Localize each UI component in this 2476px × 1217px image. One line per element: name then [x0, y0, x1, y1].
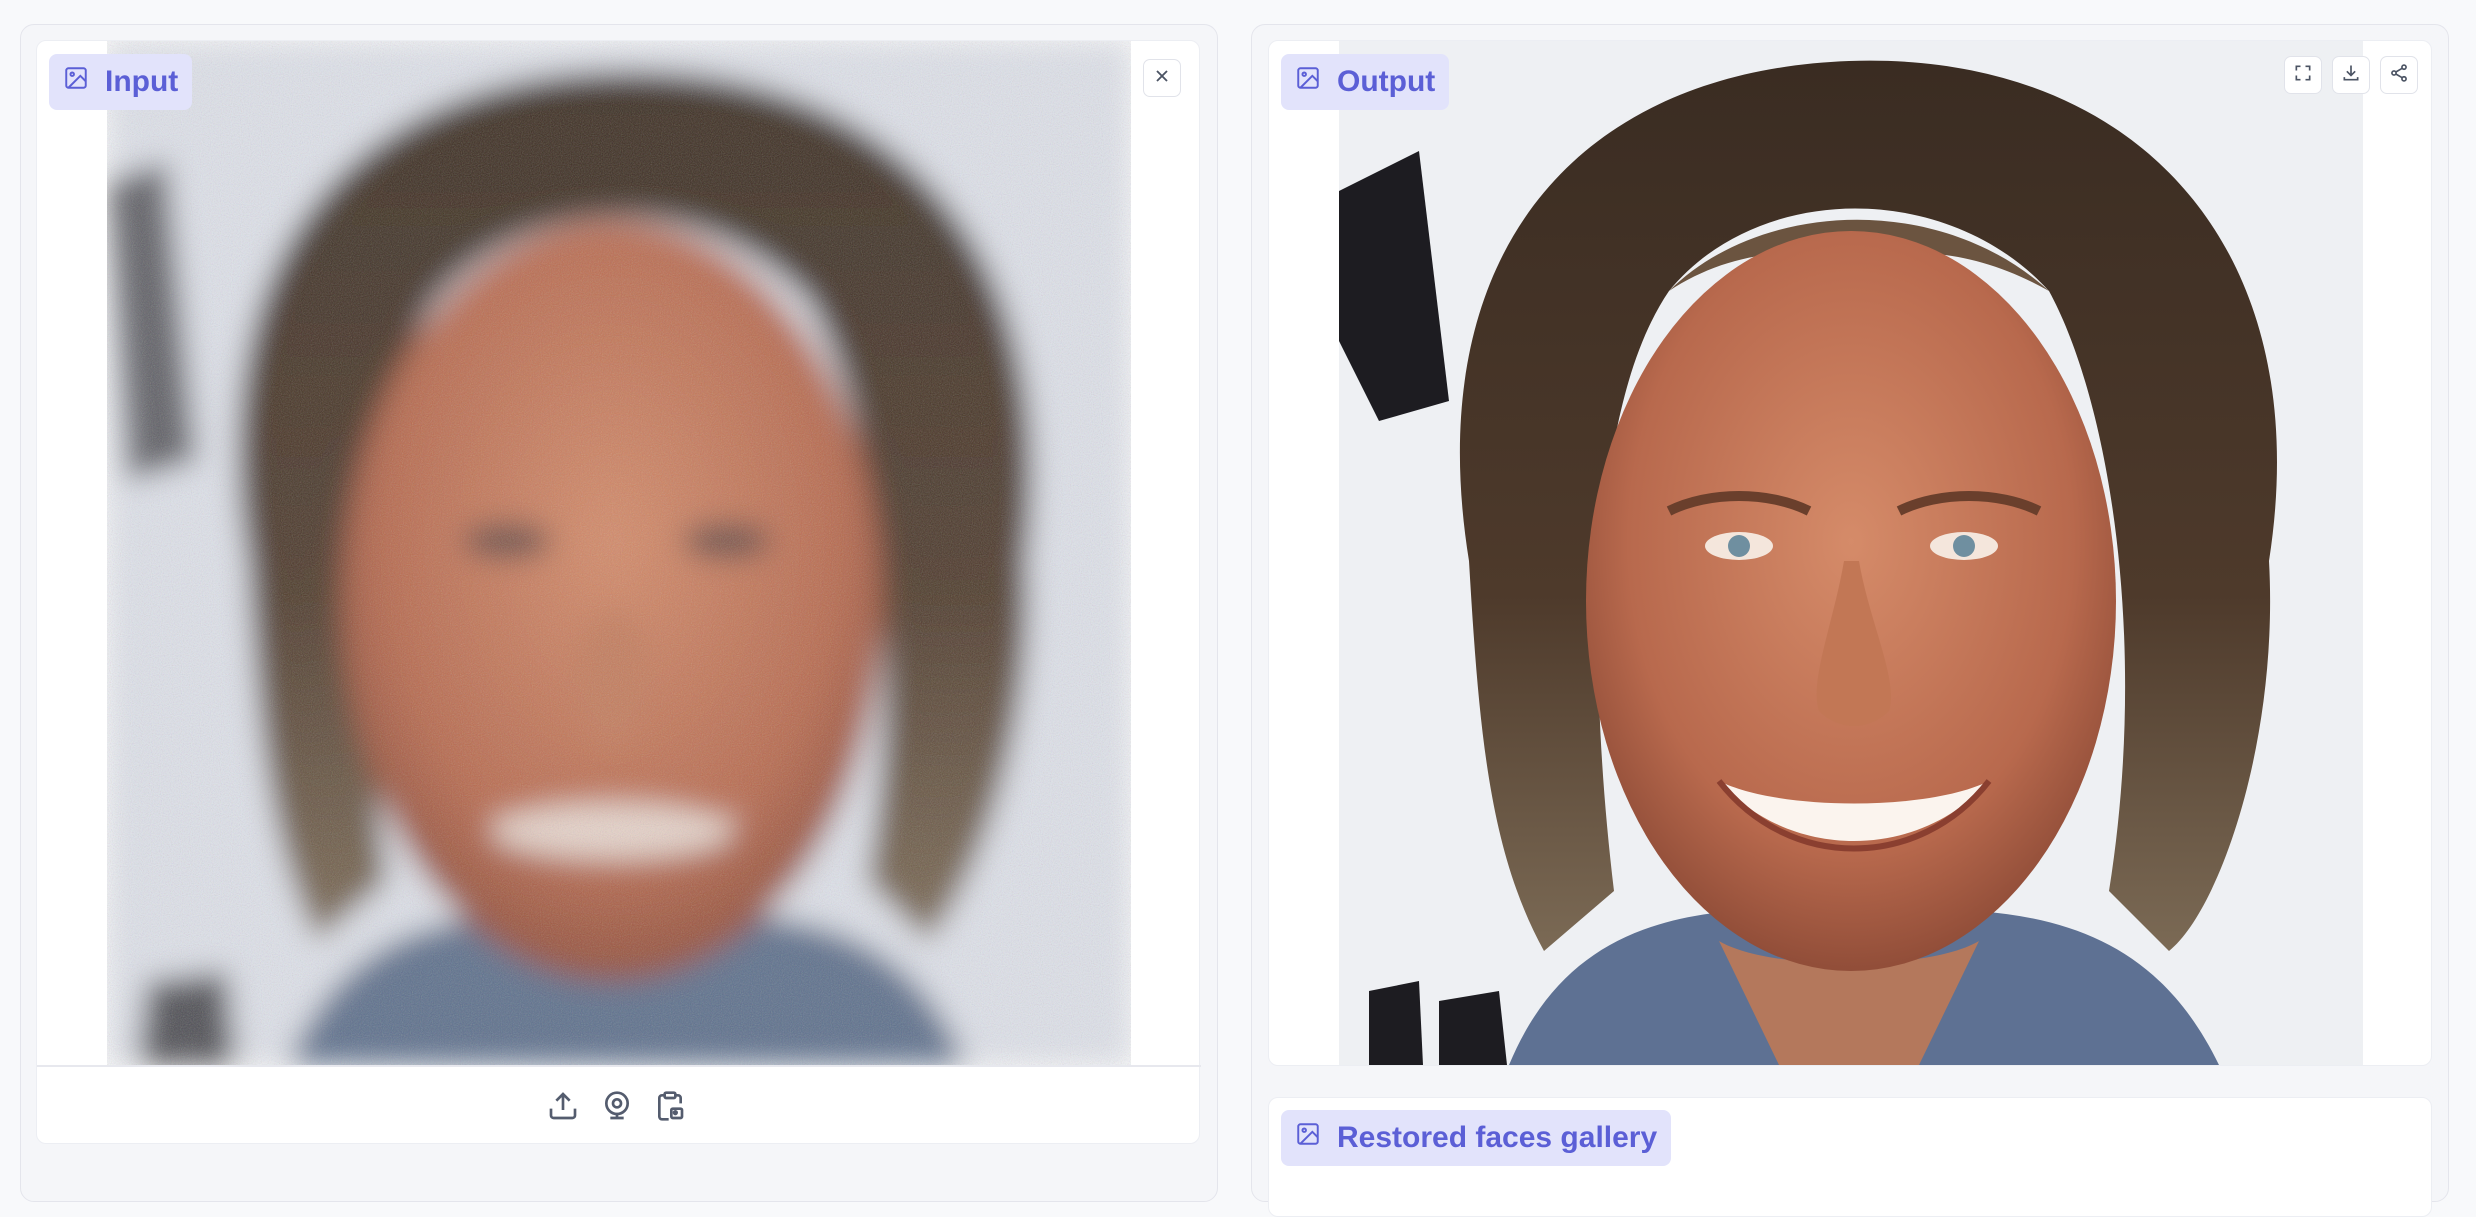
fullscreen-button[interactable] [2284, 56, 2322, 94]
clipboard-icon [654, 1110, 686, 1127]
output-label: Output [1337, 65, 1435, 99]
close-button[interactable] [1143, 59, 1181, 97]
upload-icon [547, 1110, 579, 1127]
image-icon [1295, 65, 1321, 99]
webcam-icon [601, 1110, 633, 1127]
gallery-label-badge: Restored faces gallery [1281, 1110, 1671, 1166]
download-icon [2341, 63, 2361, 88]
input-image-panel: Input [36, 40, 1200, 1144]
input-label: Input [105, 65, 178, 99]
download-button[interactable] [2332, 56, 2370, 94]
paste-from-clipboard-button[interactable] [654, 1089, 686, 1128]
toolbar-divider [37, 1065, 1201, 1067]
webcam-button[interactable] [601, 1089, 633, 1128]
output-label-badge: Output [1281, 54, 1449, 110]
share-button[interactable] [2380, 56, 2418, 94]
close-icon [1152, 66, 1172, 91]
fullscreen-icon [2293, 63, 2313, 88]
restored-faces-gallery-panel: Restored faces gallery [1268, 1097, 2432, 1217]
upload-button[interactable] [547, 1089, 579, 1128]
share-icon [2389, 63, 2409, 88]
image-icon [1295, 1121, 1321, 1155]
input-label-badge: Input [49, 54, 192, 110]
output-image[interactable] [1339, 41, 2363, 1065]
input-image[interactable] [107, 41, 1131, 1065]
gallery-label: Restored faces gallery [1337, 1121, 1657, 1155]
output-image-panel: Output [1268, 40, 2432, 1066]
image-icon [63, 65, 89, 99]
